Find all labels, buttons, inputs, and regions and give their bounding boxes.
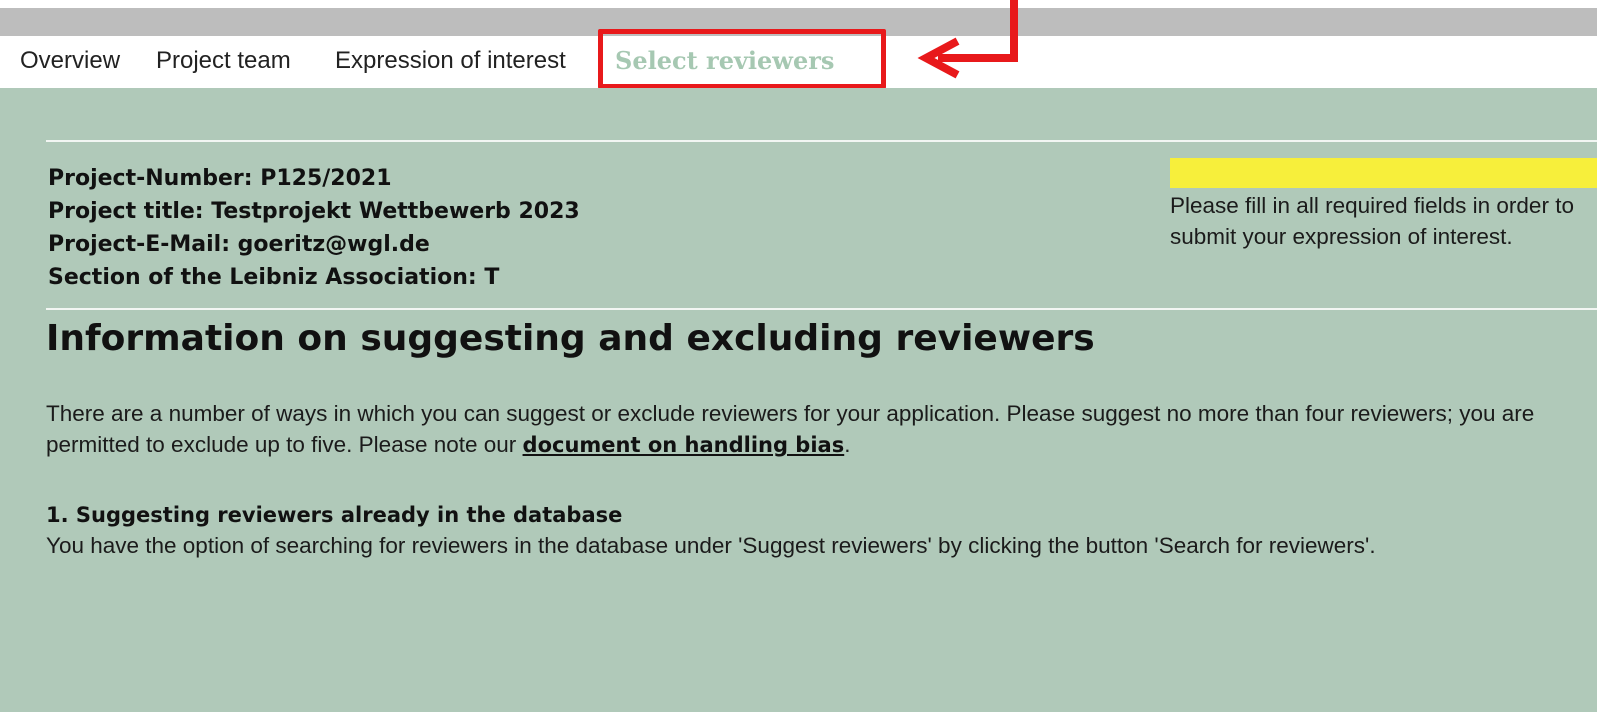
tab-expression-of-interest[interactable]: Expression of interest	[335, 47, 566, 75]
divider	[46, 140, 1597, 142]
status-notice-text: Please fill in all required fields in or…	[1170, 193, 1574, 249]
bias-document-link[interactable]: document on handling bias	[523, 433, 845, 457]
tab-overview[interactable]: Overview	[20, 47, 120, 75]
annotation-highlight-box	[598, 29, 886, 89]
annotation-arrow-icon	[917, 0, 1018, 79]
tab-project-team[interactable]: Project team	[156, 47, 291, 75]
section-1-heading: 1. Suggesting reviewers already in the d…	[46, 503, 623, 527]
divider	[46, 308, 1597, 310]
project-section: Section of the Leibniz Association: T	[48, 265, 500, 290]
status-indicator-bar	[1170, 158, 1597, 188]
intro-end: .	[844, 432, 851, 457]
page-title: Information on suggesting and excluding …	[46, 318, 1095, 359]
section-1-text: You have the option of searching for rev…	[46, 533, 1376, 558]
project-number: Project-Number: P125/2021	[48, 166, 392, 191]
project-info: Project-Number: P125/2021 Project title:…	[48, 162, 580, 294]
intro-paragraph: There are a number of ways in which you …	[46, 398, 1586, 461]
project-email: Project-E-Mail: goeritz@wgl.de	[48, 232, 430, 257]
status-notice: Please fill in all required fields in or…	[1170, 158, 1597, 252]
project-title: Project title: Testprojekt Wettbewerb 20…	[48, 199, 580, 224]
